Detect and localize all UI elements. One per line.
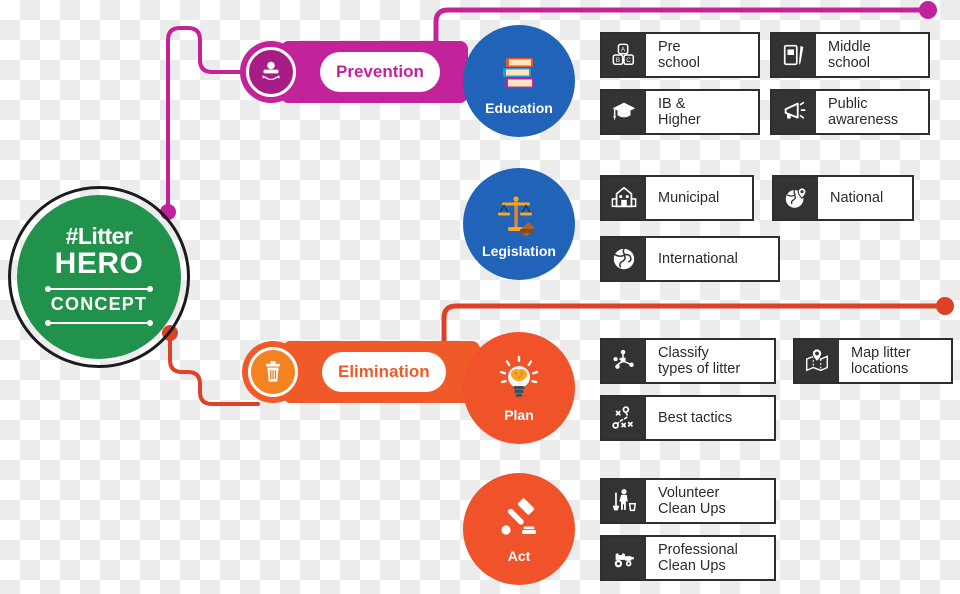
globe-icon bbox=[602, 238, 646, 280]
abc-blocks-icon: A B C bbox=[602, 34, 646, 76]
lightbulb-brain-icon bbox=[493, 354, 545, 406]
category-circle-education[interactable]: Education bbox=[463, 25, 575, 137]
item-best-tactics[interactable]: Best tactics bbox=[600, 395, 776, 441]
plan-label: Plan bbox=[504, 407, 534, 423]
elimination-tab: Elimination bbox=[284, 341, 480, 403]
svg-text:B: B bbox=[616, 57, 620, 64]
svg-text:A: A bbox=[621, 46, 626, 53]
hero-line-1: #Litter bbox=[65, 223, 133, 250]
category-circle-act[interactable]: Act bbox=[463, 473, 575, 585]
item-municipal[interactable]: Municipal bbox=[600, 175, 754, 221]
hero-circle: #Litter HERO CONCEPT bbox=[17, 195, 181, 359]
act-label: Act bbox=[507, 548, 531, 564]
item-classify-types-of-litter[interactable]: Classify types of litter bbox=[600, 338, 776, 384]
map-pin-icon bbox=[795, 340, 839, 382]
hero-divider-top bbox=[45, 285, 153, 292]
category-circle-plan[interactable]: Plan bbox=[463, 332, 575, 444]
item-label: Middle school bbox=[816, 34, 928, 76]
item-volunteer-clean-ups[interactable]: Volunteer Clean Ups bbox=[600, 478, 776, 524]
elimination-icon-holder bbox=[242, 341, 304, 403]
item-label: Classify types of litter bbox=[646, 340, 774, 382]
item-middle-school[interactable]: Middle school bbox=[770, 32, 930, 78]
city-hall-icon bbox=[602, 177, 646, 219]
scales-gavel-icon bbox=[493, 190, 545, 242]
hero-line-3: CONCEPT bbox=[50, 293, 148, 314]
hero-line-2: HERO bbox=[54, 247, 144, 281]
infographic-canvas: #Litter HERO CONCEPT Prevention Eliminat… bbox=[0, 0, 960, 594]
network-nodes-icon bbox=[602, 340, 646, 382]
item-label: Public awareness bbox=[816, 91, 928, 133]
item-label: Municipal bbox=[646, 177, 752, 219]
item-national[interactable]: National bbox=[772, 175, 914, 221]
item-public-awareness[interactable]: Public awareness bbox=[770, 89, 930, 135]
item-label: Professional Clean Ups bbox=[646, 537, 774, 579]
prevention-icon-holder bbox=[240, 41, 302, 103]
item-label: IB & Higher bbox=[646, 91, 758, 133]
legislation-label: Legislation bbox=[482, 243, 556, 259]
books-icon bbox=[493, 47, 545, 99]
item-label: Pre school bbox=[646, 34, 758, 76]
elimination-label: Elimination bbox=[322, 352, 446, 392]
item-pre-school[interactable]: A B C Pre school bbox=[600, 32, 760, 78]
megaphone-icon bbox=[772, 91, 816, 133]
prevention-label: Prevention bbox=[320, 52, 440, 92]
item-ib-higher[interactable]: IB & Higher bbox=[600, 89, 760, 135]
gavel-icon bbox=[493, 495, 545, 547]
prevention-connector-left bbox=[166, 26, 258, 214]
education-label: Education bbox=[485, 100, 553, 116]
street-sweeper-icon bbox=[602, 537, 646, 579]
item-professional-clean-ups[interactable]: Professional Clean Ups bbox=[600, 535, 776, 581]
item-label: Volunteer Clean Ups bbox=[646, 480, 774, 522]
globe-pin-icon bbox=[774, 177, 818, 219]
elimination-endpoint-dot bbox=[936, 297, 954, 315]
prevention-endpoint-dot bbox=[919, 1, 937, 19]
prevention-tab: Prevention bbox=[282, 41, 468, 103]
recycle-person-icon bbox=[246, 47, 296, 97]
hero-divider-bottom bbox=[45, 319, 153, 326]
item-label: National bbox=[818, 177, 912, 219]
person-sweeping-icon bbox=[602, 480, 646, 522]
item-international[interactable]: International bbox=[600, 236, 780, 282]
item-label: International bbox=[646, 238, 778, 280]
strategy-icon bbox=[602, 397, 646, 439]
notebook-pencil-icon bbox=[772, 34, 816, 76]
item-map-litter-locations[interactable]: Map litter locations bbox=[793, 338, 953, 384]
category-circle-legislation[interactable]: Legislation bbox=[463, 168, 575, 280]
graduation-cap-icon bbox=[602, 91, 646, 133]
litter-hero-concept-badge: #Litter HERO CONCEPT bbox=[8, 186, 190, 368]
item-label: Map litter locations bbox=[839, 340, 951, 382]
item-label: Best tactics bbox=[646, 397, 774, 439]
trash-can-icon bbox=[248, 347, 298, 397]
svg-text:C: C bbox=[626, 57, 631, 64]
